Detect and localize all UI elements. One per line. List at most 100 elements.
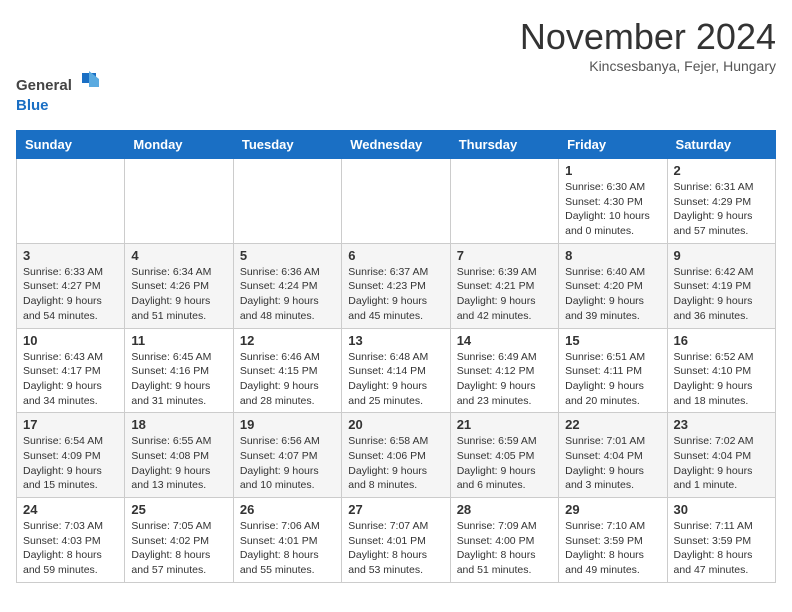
- day-number: 7: [457, 248, 552, 263]
- day-cell: 23Sunrise: 7:02 AMSunset: 4:04 PMDayligh…: [667, 413, 775, 498]
- logo: General Blue: [16, 20, 106, 118]
- day-number: 24: [23, 502, 118, 517]
- day-info: Sunrise: 7:03 AMSunset: 4:03 PMDaylight:…: [23, 519, 118, 578]
- day-info: Sunrise: 6:46 AMSunset: 4:15 PMDaylight:…: [240, 350, 335, 409]
- day-cell: 14Sunrise: 6:49 AMSunset: 4:12 PMDayligh…: [450, 328, 558, 413]
- day-number: 17: [23, 417, 118, 432]
- day-cell: 25 Sunrise: 7:05 AMSunset: 4:02 PMDayligh…: [125, 498, 233, 583]
- day-number: 22: [565, 417, 660, 432]
- day-number: 18: [131, 417, 226, 432]
- day-cell: [17, 159, 125, 244]
- day-cell: 28 Sunrise: 7:09 AMSunset: 4:00 PMDayligh…: [450, 498, 558, 583]
- day-info: Sunrise: 7:06 AMSunset: 4:01 PMDaylight:…: [240, 519, 335, 578]
- weekday-header-saturday: Saturday: [667, 131, 775, 159]
- day-number: 2: [674, 163, 769, 178]
- day-info: Sunrise: 7:02 AMSunset: 4:04 PMDaylight:…: [674, 434, 769, 493]
- day-cell: 21 Sunrise: 6:59 AMSunset: 4:05 PMDayligh…: [450, 413, 558, 498]
- day-number: 27: [348, 502, 443, 517]
- day-number: 21: [457, 417, 552, 432]
- page-header: General Blue November 2024 Kincsesbanya,…: [16, 16, 776, 118]
- day-cell: 22 Sunrise: 7:01 AMSunset: 4:04 PMDayligh…: [559, 413, 667, 498]
- week-row-5: 24 Sunrise: 7:03 AMSunset: 4:03 PMDayligh…: [17, 498, 776, 583]
- day-info: Sunrise: 7:07 AMSunset: 4:01 PMDaylight:…: [348, 519, 443, 578]
- day-info: Sunrise: 6:30 AMSunset: 4:30 PMDaylight:…: [565, 180, 660, 239]
- day-info: Sunrise: 6:43 AMSunset: 4:17 PMDaylight:…: [23, 350, 118, 409]
- day-info: Sunrise: 6:55 AMSunset: 4:08 PMDaylight:…: [131, 434, 226, 493]
- day-number: 11: [131, 333, 226, 348]
- day-number: 6: [348, 248, 443, 263]
- week-row-3: 10 Sunrise: 6:43 AMSunset: 4:17 PMDayligh…: [17, 328, 776, 413]
- day-cell: [342, 159, 450, 244]
- day-info: Sunrise: 6:52 AMSunset: 4:10 PMDaylight:…: [674, 350, 769, 409]
- day-number: 10: [23, 333, 118, 348]
- day-cell: 10 Sunrise: 6:43 AMSunset: 4:17 PMDayligh…: [17, 328, 125, 413]
- weekday-header-wednesday: Wednesday: [342, 131, 450, 159]
- day-cell: 7 Sunrise: 6:39 AMSunset: 4:21 PMDaylight…: [450, 243, 558, 328]
- day-number: 5: [240, 248, 335, 263]
- day-info: Sunrise: 6:51 AMSunset: 4:11 PMDaylight:…: [565, 350, 660, 409]
- svg-text:Blue: Blue: [16, 97, 49, 114]
- day-number: 9: [674, 248, 769, 263]
- weekday-header-thursday: Thursday: [450, 131, 558, 159]
- weekday-header-friday: Friday: [559, 131, 667, 159]
- day-number: 16: [674, 333, 769, 348]
- day-number: 8: [565, 248, 660, 263]
- weekday-header-sunday: Sunday: [17, 131, 125, 159]
- day-info: Sunrise: 6:37 AMSunset: 4:23 PMDaylight:…: [348, 265, 443, 324]
- month-title: November 2024: [520, 16, 776, 58]
- day-number: 28: [457, 502, 552, 517]
- day-cell: 24 Sunrise: 7:03 AMSunset: 4:03 PMDayligh…: [17, 498, 125, 583]
- day-number: 19: [240, 417, 335, 432]
- day-info: Sunrise: 6:49 AMSunset: 4:12 PMDaylight:…: [457, 350, 552, 409]
- day-info: Sunrise: 7:09 AMSunset: 4:00 PMDaylight:…: [457, 519, 552, 578]
- day-info: Sunrise: 6:33 AMSunset: 4:27 PMDaylight:…: [23, 265, 118, 324]
- day-cell: 16 Sunrise: 6:52 AMSunset: 4:10 PMDayligh…: [667, 328, 775, 413]
- day-number: 3: [23, 248, 118, 263]
- day-info: Sunrise: 6:54 AMSunset: 4:09 PMDaylight:…: [23, 434, 118, 493]
- day-cell: 2 Sunrise: 6:31 AMSunset: 4:29 PMDaylight…: [667, 159, 775, 244]
- day-number: 26: [240, 502, 335, 517]
- day-cell: 3 Sunrise: 6:33 AMSunset: 4:27 PMDaylight…: [17, 243, 125, 328]
- week-row-2: 3 Sunrise: 6:33 AMSunset: 4:27 PMDaylight…: [17, 243, 776, 328]
- week-row-4: 17 Sunrise: 6:54 AMSunset: 4:09 PMDayligh…: [17, 413, 776, 498]
- day-cell: 1 Sunrise: 6:30 AMSunset: 4:30 PMDaylight…: [559, 159, 667, 244]
- week-row-1: 1 Sunrise: 6:30 AMSunset: 4:30 PMDaylight…: [17, 159, 776, 244]
- day-info: Sunrise: 6:56 AMSunset: 4:07 PMDaylight:…: [240, 434, 335, 493]
- full-logo: General Blue: [16, 70, 106, 118]
- day-cell: 29Sunrise: 7:10 AMSunset: 3:59 PMDayligh…: [559, 498, 667, 583]
- svg-text:General: General: [16, 77, 72, 94]
- day-cell: [233, 159, 341, 244]
- day-info: Sunrise: 6:40 AMSunset: 4:20 PMDaylight:…: [565, 265, 660, 324]
- calendar-table: SundayMondayTuesdayWednesdayThursdayFrid…: [16, 130, 776, 583]
- day-number: 12: [240, 333, 335, 348]
- day-cell: [125, 159, 233, 244]
- day-cell: 4Sunrise: 6:34 AMSunset: 4:26 PMDaylight…: [125, 243, 233, 328]
- day-info: Sunrise: 6:59 AMSunset: 4:05 PMDaylight:…: [457, 434, 552, 493]
- day-info: Sunrise: 6:39 AMSunset: 4:21 PMDaylight:…: [457, 265, 552, 324]
- day-info: Sunrise: 7:11 AMSunset: 3:59 PMDaylight:…: [674, 519, 769, 578]
- day-number: 25: [131, 502, 226, 517]
- day-cell: 15 Sunrise: 6:51 AMSunset: 4:11 PMDayligh…: [559, 328, 667, 413]
- day-info: Sunrise: 6:45 AMSunset: 4:16 PMDaylight:…: [131, 350, 226, 409]
- day-info: Sunrise: 6:31 AMSunset: 4:29 PMDaylight:…: [674, 180, 769, 239]
- day-info: Sunrise: 6:42 AMSunset: 4:19 PMDaylight:…: [674, 265, 769, 324]
- day-number: 13: [348, 333, 443, 348]
- day-info: Sunrise: 6:36 AMSunset: 4:24 PMDaylight:…: [240, 265, 335, 324]
- weekday-header-monday: Monday: [125, 131, 233, 159]
- day-info: Sunrise: 6:58 AMSunset: 4:06 PMDaylight:…: [348, 434, 443, 493]
- day-cell: 18 Sunrise: 6:55 AMSunset: 4:08 PMDayligh…: [125, 413, 233, 498]
- weekday-header-row: SundayMondayTuesdayWednesdayThursdayFrid…: [17, 131, 776, 159]
- day-cell: 26 Sunrise: 7:06 AMSunset: 4:01 PMDayligh…: [233, 498, 341, 583]
- day-number: 1: [565, 163, 660, 178]
- day-cell: 5 Sunrise: 6:36 AMSunset: 4:24 PMDaylight…: [233, 243, 341, 328]
- title-block: November 2024 Kincsesbanya, Fejer, Hunga…: [520, 16, 776, 74]
- day-cell: 20Sunrise: 6:58 AMSunset: 4:06 PMDayligh…: [342, 413, 450, 498]
- day-info: Sunrise: 6:34 AMSunset: 4:26 PMDaylight:…: [131, 265, 226, 324]
- day-cell: 30Sunrise: 7:11 AMSunset: 3:59 PMDayligh…: [667, 498, 775, 583]
- day-number: 15: [565, 333, 660, 348]
- day-info: Sunrise: 7:01 AMSunset: 4:04 PMDaylight:…: [565, 434, 660, 493]
- day-cell: 8 Sunrise: 6:40 AMSunset: 4:20 PMDaylight…: [559, 243, 667, 328]
- weekday-header-tuesday: Tuesday: [233, 131, 341, 159]
- day-cell: 12 Sunrise: 6:46 AMSunset: 4:15 PMDayligh…: [233, 328, 341, 413]
- day-info: Sunrise: 7:05 AMSunset: 4:02 PMDaylight:…: [131, 519, 226, 578]
